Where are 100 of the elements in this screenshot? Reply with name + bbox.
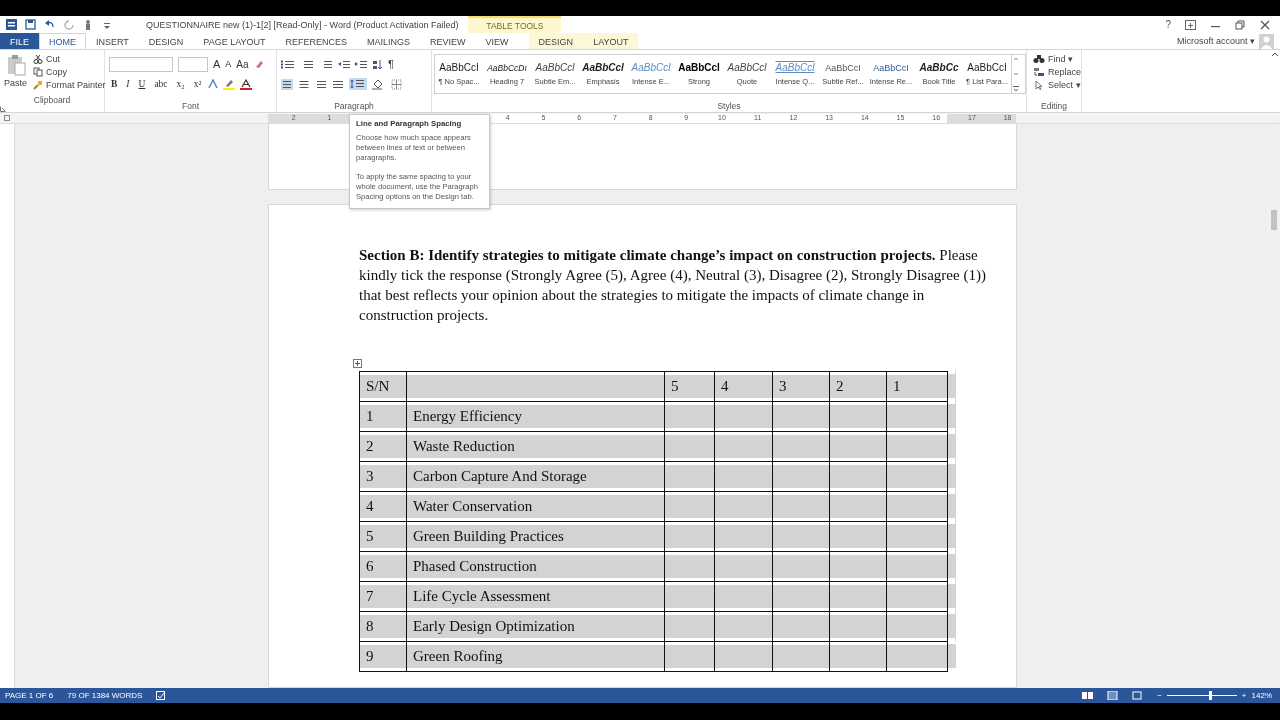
clipboard-command[interactable]: Cut — [46, 54, 61, 64]
style-preview[interactable]: AaBbCcl — [727, 62, 767, 73]
style-preview[interactable]: AaBbCcI — [439, 62, 479, 73]
style-preview[interactable]: AaBbCcl — [678, 62, 720, 73]
group-label: Editing — [1040, 100, 1068, 112]
format-button[interactable]: U — [136, 79, 148, 89]
ribbon-display-options-icon[interactable] — [1185, 19, 1196, 30]
clear-formatting-icon[interactable] — [253, 59, 264, 69]
ribbon-tab[interactable]: VIEW — [475, 33, 519, 49]
ribbon-tab[interactable]: DESIGN — [138, 33, 194, 49]
tab-selector[interactable] — [4, 115, 10, 121]
editing-command[interactable]: Find ▾ — [1048, 54, 1074, 64]
table-cell: Life Cycle Assessment — [406, 581, 665, 612]
ribbon-tab[interactable]: HOME — [39, 33, 86, 49]
close-icon[interactable] — [1260, 19, 1270, 30]
page-count[interactable]: PAGE 1 OF 6 — [5, 691, 54, 700]
ribbon-tab[interactable]: REFERENCES — [275, 33, 358, 49]
change-case-button[interactable]: Aa — [236, 58, 249, 70]
table-cell: Energy Efficiency — [406, 401, 665, 432]
undo-icon[interactable] — [44, 19, 56, 30]
ribbon-tab[interactable]: FILE — [0, 33, 39, 49]
table-header-cell: 3 — [772, 371, 830, 402]
style-preview[interactable]: AaBbCcDı — [487, 62, 527, 73]
format-button[interactable]: x₂ — [174, 79, 187, 89]
paste-button[interactable]: Paste — [4, 78, 27, 88]
style-preview[interactable]: AaBbCcl — [582, 62, 624, 73]
scrollbar-thumb[interactable] — [1271, 210, 1277, 230]
font-size-field[interactable] — [178, 56, 208, 72]
save-icon[interactable] — [25, 19, 36, 30]
zoom-out-button[interactable]: − — [1157, 691, 1162, 700]
style-preview[interactable]: AaBbCcI — [825, 62, 861, 73]
ribbon-tab[interactable]: PAGE LAYOUT — [193, 33, 276, 49]
dialog-launcher-icon[interactable] — [0, 106, 6, 112]
style-preview[interactable]: AaBbCcl — [535, 62, 575, 73]
bullets-icon[interactable] — [281, 58, 295, 70]
restore-icon[interactable] — [1235, 19, 1246, 30]
paste-icon[interactable] — [5, 54, 26, 76]
format-button[interactable]: B — [109, 79, 120, 89]
ribbon-tab[interactable]: MAILINGS — [357, 33, 421, 49]
paragraph: Section B: Identify strategies to mitigate climate change’s impact on construction projects. Please kindly tick the response (Strongly Agree (5), Agree (4), Neutral (3), Disagree (2), Strongly Disagree (1)) that best reflects your opinion about the strategies to mitigate the impacts of climate change in construction projects. — [359, 245, 987, 325]
justify-icon[interactable] — [332, 78, 344, 90]
table-cell: Waste Reduction — [406, 431, 665, 462]
editing-command[interactable]: Select ▾ — [1048, 80, 1081, 90]
zoom-level[interactable]: 142% — [1251, 691, 1272, 700]
ribbon-tab[interactable]: INSERT — [86, 33, 139, 49]
borders-icon[interactable] — [391, 78, 403, 90]
table-cell: Carbon Capture And Storage — [406, 461, 665, 492]
group-label: Styles — [716, 100, 742, 112]
read-mode-icon[interactable] — [1082, 691, 1094, 700]
proofing-icon[interactable] — [156, 691, 167, 700]
table-cell: Early Design Optimization — [406, 611, 665, 642]
ribbon-tab[interactable]: LAYOUT — [583, 33, 639, 49]
word-app-icon[interactable] — [6, 19, 17, 30]
show-formatting-button[interactable]: ¶ — [388, 58, 394, 70]
sort-icon[interactable] — [372, 58, 383, 70]
table-cell: Green Building Practices — [406, 521, 665, 552]
table-cell: Green Roofing — [406, 641, 665, 672]
align-center-icon[interactable] — [298, 78, 310, 90]
editing-command[interactable]: Replace — [1048, 67, 1082, 77]
style-preview[interactable]: AaBbCcI — [873, 62, 909, 73]
more-styles-icon[interactable] — [1012, 85, 1020, 93]
style-preview[interactable]: AaBbCcl — [631, 62, 671, 73]
decrease-indent-icon[interactable] — [338, 58, 350, 70]
align-left-icon[interactable] — [281, 78, 293, 90]
web-layout-icon[interactable] — [1132, 691, 1144, 700]
help-button[interactable]: ? — [1165, 19, 1171, 30]
font-color-icon[interactable] — [240, 78, 253, 90]
text-effects-icon[interactable] — [208, 79, 219, 89]
ribbon-tab[interactable]: DESIGN — [528, 33, 584, 49]
format-button[interactable]: abc — [152, 79, 170, 89]
style-preview[interactable]: AaBbCc — [919, 62, 959, 73]
account-menu[interactable]: Microsoft account ▾ — [1176, 36, 1255, 46]
increase-indent-icon[interactable] — [355, 58, 367, 70]
group-label: Font — [181, 100, 200, 112]
table-cell: 5 — [359, 521, 407, 552]
table-header-cell: 5 — [664, 371, 715, 402]
ribbon-tab[interactable]: REVIEW — [420, 33, 476, 49]
line-spacing-icon[interactable] — [349, 78, 367, 90]
collapse-ribbon-icon[interactable] — [1270, 50, 1280, 58]
style-preview[interactable]: AaBbCcI — [967, 62, 1007, 73]
scroll-up-icon[interactable] — [1012, 55, 1020, 63]
group-label: Paragraph — [333, 100, 375, 112]
paintbrush-icon — [33, 80, 43, 90]
font-name-field[interactable] — [109, 56, 173, 72]
clipboard-command[interactable]: Copy — [46, 67, 68, 77]
grow-font-button[interactable]: A — [213, 58, 221, 70]
format-button[interactable]: I — [124, 79, 132, 89]
word-count[interactable]: 79 OF 1384 WORDS — [67, 691, 143, 700]
align-right-icon[interactable] — [315, 78, 327, 90]
clipboard-command[interactable]: Format Painter — [46, 80, 106, 90]
print-layout-icon[interactable] — [1107, 691, 1119, 700]
window-title: QUESTIONNAIRE new (1)-1[2] [Read-Only] - Word (Product Activation Failed) — [146, 19, 459, 30]
table-cell: 4 — [359, 491, 407, 522]
scroll-down-icon[interactable] — [1012, 70, 1020, 78]
shrink-font-button[interactable]: A — [225, 59, 232, 69]
highlight-icon[interactable] — [223, 78, 236, 90]
zoom-in-button[interactable]: + — [1241, 691, 1247, 700]
table-move-handle-icon[interactable] — [353, 358, 362, 368]
style-preview[interactable]: AaBbCcl — [775, 62, 815, 73]
format-button[interactable]: x² — [191, 79, 204, 89]
